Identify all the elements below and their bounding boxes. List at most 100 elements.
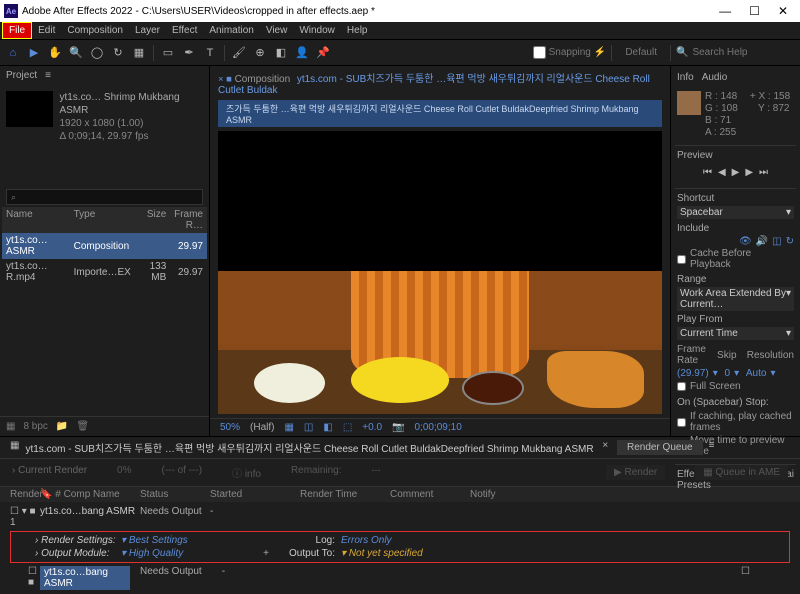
clone-tool-icon[interactable]: ⊕ [251,44,269,62]
tab-render-queue[interactable]: Render Queue [617,440,703,455]
transparency-icon[interactable]: ◧ [323,422,332,433]
render-item[interactable]: ☐ ▾ ■ 1yt1s.co…bang ASMRNeeds Output- [10,504,790,530]
exposure-value[interactable]: +0.0 [362,422,382,433]
skip-label: Skip [717,350,736,361]
menu-window[interactable]: Window [293,23,341,38]
render-button[interactable]: ▶ Render [606,465,665,480]
video-frame [218,271,662,414]
zoom-level[interactable]: 50% [220,422,240,433]
resolution-value[interactable]: Auto [746,368,767,379]
skip-value[interactable]: 0 [725,368,731,379]
fullscreen-checkbox[interactable] [677,382,686,391]
tab-info[interactable]: Info [677,72,694,83]
brush-tool-icon[interactable]: 🖌 [230,44,248,62]
output-to-value[interactable]: ▾ Not yet specified [341,548,423,559]
panel-menu-icon[interactable]: ≡ [45,70,51,81]
titlebar: Ae Adobe After Effects 2022 - C:\Users\U… [0,0,800,22]
snapping-toggle[interactable]: Snapping ⚡ [533,46,607,59]
maximize-icon[interactable]: ☐ [749,4,760,18]
close-icon[interactable]: ✕ [778,4,788,18]
render-remaining: Remaining: [291,465,342,480]
log-value[interactable]: Errors Only [341,535,471,546]
playfrom-dropdown[interactable]: Current Time▾ [677,327,794,340]
range-dropdown[interactable]: Work Area Extended By Current…▾ [677,287,794,311]
search-help[interactable]: 🔍 Search Help [676,47,796,58]
last-frame-icon[interactable]: ⏭ [759,167,768,178]
play-icon[interactable]: ▶ [732,167,740,178]
delete-icon[interactable]: 🗑 [76,421,89,432]
menu-layer[interactable]: Layer [129,23,166,38]
shape-tool-icon[interactable]: ▭ [159,44,177,62]
project-row[interactable]: yt1s.co…ASMRComposition29.97 [2,233,207,259]
xy-values: + X : 158 Y : 872 [750,91,790,139]
next-frame-icon[interactable]: ▶ [745,167,753,178]
eraser-tool-icon[interactable]: ◧ [272,44,290,62]
menu-effect[interactable]: Effect [166,23,203,38]
pen-tool-icon[interactable]: ✒ [180,44,198,62]
output-module-value[interactable]: ▾ High Quality [121,548,251,559]
playfrom-label: Play From [677,314,794,325]
composition-viewer[interactable] [218,131,662,414]
tab-composition-label[interactable]: Composition [235,74,291,85]
render-settings-value[interactable]: ▾ Best Settings [121,535,251,546]
fullscreen-label: Full Screen [690,381,741,392]
cache-label: Cache Before Playback [690,248,794,270]
framerate-value[interactable]: (29.97) [677,368,709,379]
workspace-default[interactable]: Default [617,47,665,58]
render-info[interactable]: ⓘ info [232,465,261,480]
project-row[interactable]: yt1s.co…R.mp4Importe…EX133 MB29.97 [2,259,207,285]
orbit-tool-icon[interactable]: ◯ [88,44,106,62]
right-panel: Info Audio R : 148G : 108B : 71A : 255 +… [670,66,800,436]
home-icon[interactable]: ⌂ [4,44,22,62]
grid-icon[interactable]: ▦ [284,422,293,433]
tab-audio[interactable]: Audio [702,72,728,83]
interpret-icon[interactable]: ▦ [6,421,15,432]
audio-icon[interactable]: 🔊 [756,236,768,247]
add-output-icon[interactable]: + [251,548,281,559]
rotate-tool-icon[interactable]: ↻ [109,44,127,62]
menu-animation[interactable]: Animation [203,23,259,38]
roto-tool-icon[interactable]: 👤 [293,44,311,62]
minimize-icon[interactable]: — [719,4,731,18]
range-label: Range [677,274,794,285]
camera-tool-icon[interactable]: ▦ [130,44,148,62]
loop-icon[interactable]: ↻ [786,236,794,247]
first-frame-icon[interactable]: ⏮ [703,167,712,178]
snapshot-icon[interactable]: 📷 [392,422,404,433]
thumbnail [6,91,53,127]
ifcaching-label: If caching, play cached frames [690,411,794,433]
zoom-tool-icon[interactable]: 🔍 [67,44,85,62]
output-to-label: Output To: [281,548,341,559]
project-search-input[interactable] [6,189,203,205]
new-folder-icon[interactable]: 📁 [56,421,68,432]
queue-ame-button[interactable]: ▦ Queue in AME [695,465,788,480]
text-tool-icon[interactable]: T [201,44,219,62]
resolution-label: Resolution [747,350,794,361]
prev-frame-icon[interactable]: ◀ [718,167,726,178]
menu-composition[interactable]: Composition [61,23,129,38]
menu-view[interactable]: View [260,23,294,38]
overlay-icon[interactable]: ◫ [772,236,781,247]
shortcut-dropdown[interactable]: Spacebar▾ [677,206,794,219]
menu-file[interactable]: File [2,22,32,39]
mask-icon[interactable]: ◫ [304,422,313,433]
timeline-icon[interactable]: ▦ [10,440,19,455]
timeline-comp-name[interactable]: yt1s.com - SUB치즈가득 두툼한 …육편 먹방 새우튀김까지 리얼사… [25,440,593,455]
video-icon[interactable]: 👁 [739,236,752,247]
menu-help[interactable]: Help [341,23,374,38]
menu-edit[interactable]: Edit [32,23,61,38]
movetime-label: Move time to preview time [690,435,794,457]
cache-checkbox[interactable] [677,255,686,264]
timecode[interactable]: 0;00;09;10 [414,422,461,433]
separator [153,45,154,61]
bpc-toggle[interactable]: 8 bpc [23,421,47,432]
selection-tool-icon[interactable]: ▶ [25,44,43,62]
hand-tool-icon[interactable]: ✋ [46,44,64,62]
render-item[interactable]: ☐ ■yt1s.co…bang ASMRNeeds Output- ☐ [10,564,790,592]
ifcaching-checkbox[interactable] [677,418,686,427]
3d-icon[interactable]: ⬚ [343,422,352,433]
puppet-tool-icon[interactable]: 📌 [314,44,332,62]
resolution-dropdown[interactable]: (Half) [250,422,274,433]
separator [611,45,612,61]
tab-project[interactable]: Project [6,70,37,81]
